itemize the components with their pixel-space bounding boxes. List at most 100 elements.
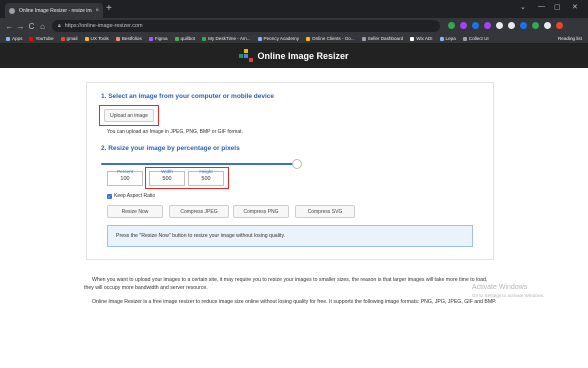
- upload-format-note: You can upload an Image in JPEG, PNG, BM…: [107, 129, 243, 135]
- extension-icon[interactable]: [508, 22, 515, 29]
- percent-field[interactable]: Percent 100: [107, 169, 143, 186]
- bookmark-label: Lepa: [445, 36, 456, 41]
- reload-icon[interactable]: C: [26, 22, 37, 31]
- minimize-icon[interactable]: —: [538, 3, 545, 10]
- bookmark-label: Apps: [12, 36, 23, 41]
- resize-now-button[interactable]: Resize Now: [107, 205, 163, 218]
- width-value: 500: [162, 176, 172, 182]
- bookmark-label: Peoncy Academy: [263, 36, 300, 41]
- bookmark-label: Seller Dashboard: [367, 36, 404, 41]
- compress-png-button[interactable]: Compress PNG: [233, 205, 289, 218]
- bookmark-item[interactable]: YouTube: [29, 36, 54, 41]
- browser-tab-strip: Online Image Resizer - resize ima × + ⌄ …: [0, 0, 588, 18]
- bookmark-item[interactable]: quillbot: [174, 36, 196, 41]
- info-message: Press the "Resize Now" button to resize …: [107, 225, 473, 247]
- height-value: 500: [201, 176, 211, 182]
- activate-windows-subtitle: Go to Settings to activate Windows.: [472, 293, 545, 298]
- reading-list-button[interactable]: Reading list: [558, 36, 582, 41]
- info-text: Press the "Resize Now" button to resize …: [116, 233, 286, 239]
- bookmark-favicon-icon: [257, 36, 262, 41]
- extension-icon[interactable]: [448, 22, 455, 29]
- bookmark-favicon-icon: [410, 36, 415, 41]
- browser-toolbar: ← → C ⌂ 🔒︎ https://online-image-resizer.…: [0, 18, 588, 34]
- bookmark-label: quillbot: [180, 36, 196, 41]
- bookmark-item[interactable]: Seller Dashboard: [361, 36, 404, 41]
- compress-jpeg-button[interactable]: Compress JPEG: [169, 205, 229, 218]
- bookmark-favicon-icon: [148, 36, 153, 41]
- site-header: Online Image Resizer: [0, 44, 588, 68]
- bookmark-item[interactable]: Figma: [148, 36, 168, 41]
- extension-icon[interactable]: [496, 22, 503, 29]
- extension-icon[interactable]: [520, 22, 527, 29]
- logo-block: [244, 54, 249, 58]
- bookmark-favicon-icon: [306, 36, 311, 41]
- home-icon[interactable]: ⌂: [37, 22, 48, 31]
- close-window-icon[interactable]: ✕: [572, 3, 578, 11]
- bookmark-item[interactable]: UX Tools: [84, 36, 109, 41]
- back-icon[interactable]: ←: [4, 22, 15, 31]
- resize-slider-track[interactable]: [101, 163, 297, 165]
- bookmark-item[interactable]: Lepa: [439, 36, 456, 41]
- bookmark-label: Figma: [154, 36, 168, 41]
- tab-close-icon[interactable]: ×: [95, 8, 99, 14]
- bookmark-item[interactable]: Collect UI: [462, 36, 489, 41]
- bookmark-favicon-icon: [115, 36, 120, 41]
- extension-icon[interactable]: [460, 22, 467, 29]
- bookmark-item[interactable]: gmail: [60, 36, 78, 41]
- width-label: Width: [161, 169, 173, 174]
- bookmark-item[interactable]: Peoncy Academy: [257, 36, 300, 41]
- bookmark-item[interactable]: Wix ADI: [410, 36, 433, 41]
- extension-icon[interactable]: [484, 22, 491, 29]
- content-paragraph-2: Online Image Resizer is a free image res…: [92, 299, 497, 305]
- bookmark-favicon-icon: [6, 36, 10, 41]
- address-url: https://online-image-resizer.com: [64, 23, 143, 29]
- width-field[interactable]: Width 500: [149, 169, 185, 186]
- bookmark-item[interactable]: Online Clients - Go...: [306, 36, 355, 41]
- new-tab-button[interactable]: +: [106, 4, 112, 14]
- address-bar[interactable]: 🔒︎ https://online-image-resizer.com: [52, 20, 440, 32]
- resizer-card: 1. Select an image from your computer or…: [86, 82, 494, 260]
- bookmark-label: Collect UI: [468, 36, 489, 41]
- bookmark-label: Online Clients - Go...: [312, 36, 355, 41]
- bookmark-label: Bestfolios: [121, 36, 142, 41]
- bookmark-favicon-icon: [202, 36, 207, 41]
- extension-icons: [448, 22, 563, 29]
- activate-windows-title: Activate Windows: [472, 284, 528, 291]
- compress-svg-button[interactable]: Compress SVG: [295, 205, 355, 218]
- bookmark-label: Wix ADI: [416, 36, 433, 41]
- logo-block: [244, 49, 249, 53]
- bookmark-favicon-icon: [60, 36, 65, 41]
- site-title[interactable]: Online Image Resizer: [257, 51, 348, 61]
- bookmark-label: UX Tools: [90, 36, 109, 41]
- extension-icon[interactable]: [544, 22, 551, 29]
- tab-search-icon[interactable]: ⌄: [520, 3, 526, 11]
- bookmark-label: My DeskTime - Am...: [208, 36, 251, 41]
- bookmark-favicon-icon: [29, 36, 34, 41]
- bookmark-favicon-icon: [439, 36, 444, 41]
- percent-value: 100: [120, 176, 130, 182]
- bookmark-label: YouTube: [35, 36, 54, 41]
- tab-title: Online Image Resizer - resize ima: [19, 7, 93, 14]
- height-label: Height: [199, 169, 213, 174]
- extension-icon[interactable]: [472, 22, 479, 29]
- step1-heading: 1. Select an image from your computer or…: [101, 93, 275, 100]
- checkbox-checked-icon: ✓: [107, 193, 112, 199]
- forward-icon[interactable]: →: [15, 22, 26, 31]
- site-favicon-icon: [9, 7, 15, 14]
- keep-aspect-checkbox[interactable]: ✓ Keep Aspect Ratio: [107, 193, 155, 199]
- bookmark-item[interactable]: Bestfolios: [115, 36, 142, 41]
- lock-icon: 🔒︎: [58, 23, 61, 29]
- bookmark-item[interactable]: My DeskTime - Am...: [202, 36, 251, 41]
- logo-block: [239, 54, 244, 58]
- bookmark-label: gmail: [66, 36, 78, 41]
- upload-image-button[interactable]: Upload an image: [104, 109, 154, 122]
- bookmark-item[interactable]: Apps: [6, 36, 22, 41]
- maximize-icon[interactable]: ▢: [554, 3, 561, 11]
- resize-slider-handle[interactable]: [292, 159, 302, 169]
- extension-icon[interactable]: [556, 22, 563, 29]
- bookmarks-bar: Apps YouTube gmail UX Tools Bestfolios Figma q…: [0, 34, 588, 44]
- bookmark-favicon-icon: [174, 36, 179, 41]
- extension-icon[interactable]: [532, 22, 539, 29]
- browser-tab[interactable]: Online Image Resizer - resize ima ×: [5, 3, 103, 18]
- height-field[interactable]: Height 500: [188, 169, 224, 186]
